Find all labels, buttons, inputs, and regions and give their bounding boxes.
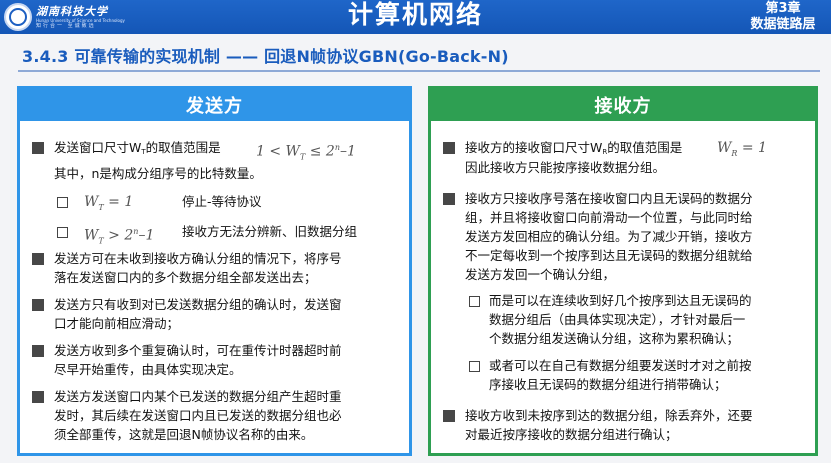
option-stop-wait-label: 停止-等待协议	[182, 194, 262, 209]
checkbox-icon	[57, 197, 68, 208]
sender-point-5-line-1: 发送方发送窗口内某个已发送的数据分组产生超时重	[54, 389, 342, 404]
receiver-point-3-line-1: 接收方收到未按序到达的数据分组，除丢弃外，还要	[465, 408, 753, 423]
sender-heading: 发送方	[20, 89, 409, 121]
receiver-panel: 接收方 接收方的接收窗口尺寸WR的取值范围是 WR = 1 因此接收方只能按序接…	[428, 86, 818, 456]
piggyback-ack-line-1: 或者可以在自己有数据分组要发送时才对之前按	[489, 358, 752, 373]
receiver-point-2-line-1: 接收方只接收序号落在接收窗口内且无误码的数据分	[465, 191, 753, 206]
option-stop-wait-formula: WT = 1	[84, 194, 134, 212]
sender-point-3-line-2: 口才能向前相应滑动；	[54, 316, 180, 331]
cumulative-ack-line-3: 个数据分组发送确认分组，这称为累积确认；	[489, 331, 740, 346]
sender-point-5-line-2: 发时，其后续在发送窗口内且已发送的数据分组也必	[54, 408, 342, 423]
cumulative-ack-line-2: 数据分组后（由具体实现决定），才针对最后一	[489, 312, 746, 327]
sender-panel: 发送方 发送窗口尺寸WT的取值范围是 1 < WT ≤ 2n–1 其中，n是构成…	[17, 86, 412, 456]
receiver-heading: 接收方	[431, 89, 815, 121]
section-title: 3.4.3 可靠传输的实现机制 —— 回退N帧协议GBN(Go-Back-N)	[22, 47, 509, 66]
checkbox-icon	[57, 227, 68, 238]
receiver-window-range-label: 接收方的接收窗口尺寸WR的取值范围是	[465, 140, 683, 156]
cumulative-ack-line-1: 而是可以在连续收到好几个按序到达且无误码的	[489, 293, 752, 308]
bullet-icon	[32, 299, 44, 311]
option-too-large-label: 接收方无法分辨新、旧数据分组	[182, 224, 358, 239]
receiver-window-note: 因此接收方只能按序接收数据分组。	[465, 160, 666, 175]
course-title: 计算机网络	[347, 0, 483, 29]
chapter-label: 第3章 数据链路层	[735, 0, 831, 34]
checkbox-icon	[469, 296, 480, 307]
sender-point-2-line-2: 落在发送窗口内的多个数据分组全部发送出去；	[54, 270, 317, 285]
checkbox-icon	[469, 361, 480, 372]
receiver-point-2-line-2: 组，并且将接收窗口向前滑动一个位置，与此同时给	[465, 210, 753, 225]
title-divider	[18, 70, 820, 72]
receiver-point-2-line-5: 发送方发回一个确认分组，	[465, 267, 616, 282]
bullet-icon	[443, 193, 455, 205]
chapter-number: 第3章	[765, 1, 801, 16]
chapter-name: 数据链路层	[750, 17, 816, 32]
sender-window-note: 其中，n是构成分组序号的比特数量。	[54, 166, 262, 181]
receiver-point-3-line-2: 对最近按序接收的数据分组进行确认；	[465, 427, 678, 442]
option-too-large-formula: WT > 2n–1	[84, 227, 155, 246]
bullet-icon	[32, 253, 44, 265]
bullet-icon	[32, 391, 44, 403]
sender-window-range-label: 发送窗口尺寸WT的取值范围是	[54, 140, 221, 156]
bullet-icon	[443, 410, 455, 422]
sender-point-3-line-1: 发送方只有收到对已发送数据分组的确认时，发送窗	[54, 297, 342, 312]
bullet-icon	[32, 345, 44, 357]
sender-point-5-line-3: 须全部重传，这就是回退N帧协议名称的由来。	[54, 427, 314, 442]
piggyback-ack-line-2: 序接收且无误码的数据分组进行捎带确认；	[489, 377, 727, 392]
bullet-icon	[443, 142, 455, 154]
sender-point-4-line-1: 发送方收到多个重复确认时，可在重传计时器超时前	[54, 343, 342, 358]
sender-window-range-formula: 1 < WT ≤ 2n–1	[256, 143, 356, 162]
receiver-point-2-line-3: 发送方发回相应的确认分组。为了减少开销，接收方	[465, 229, 753, 244]
bullet-icon	[32, 142, 44, 154]
sender-point-2-line-1: 发送方可在未收到接收方确认分组的情况下，将序号	[54, 251, 342, 266]
sender-point-4-line-2: 尽早开始重传，由具体实现决定。	[54, 362, 242, 377]
header-bar: 湖南科技大学 Hunan University of Science and T…	[0, 0, 831, 34]
receiver-point-2-line-4: 不一定每收到一个按序到达且无误码的数据分组就给	[465, 248, 753, 263]
receiver-window-range-formula: WR = 1	[717, 140, 767, 158]
